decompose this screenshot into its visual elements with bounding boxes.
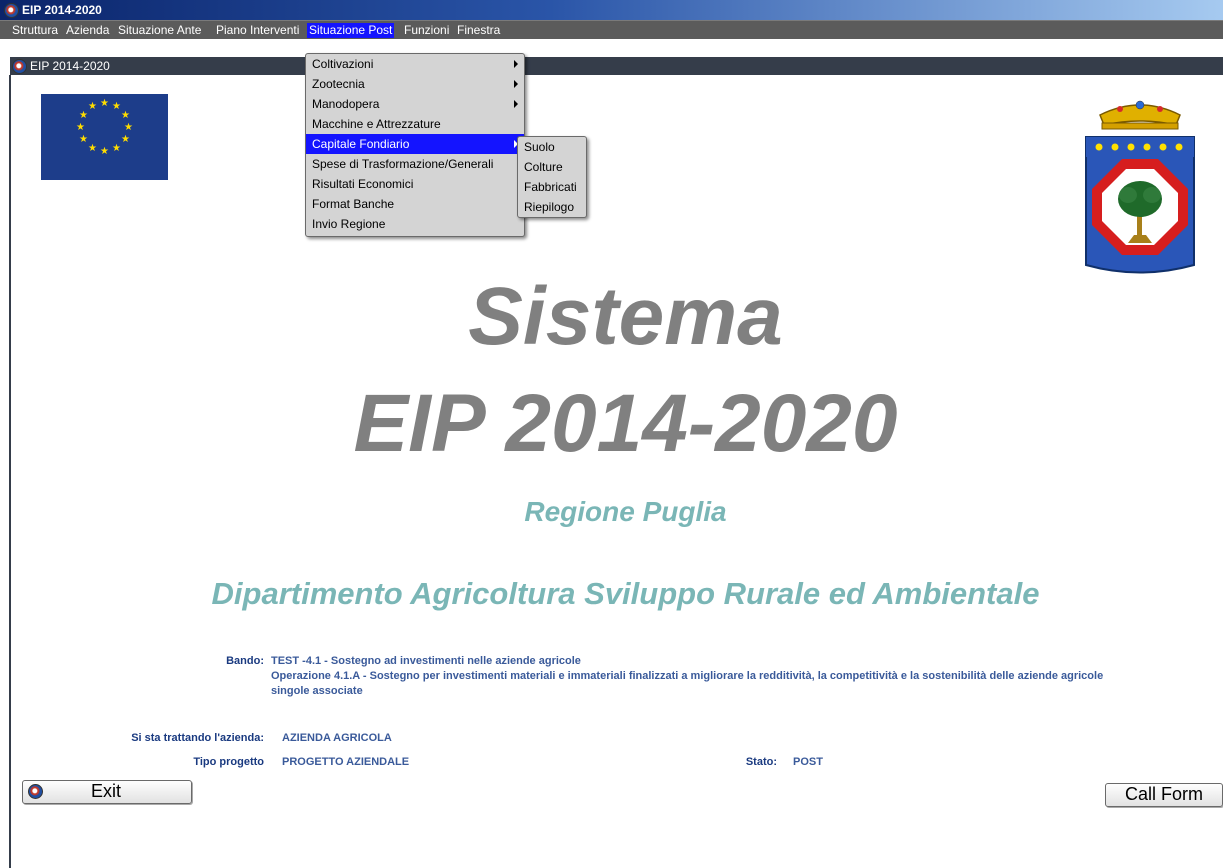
star-icon: ★ bbox=[88, 101, 97, 112]
menu-item-invio-regione[interactable]: Invio Regione bbox=[306, 214, 524, 234]
menu-situazione-ante[interactable]: Situazione Ante bbox=[116, 23, 203, 38]
exit-button[interactable]: Exit bbox=[22, 780, 192, 804]
department-title: Dipartimento Agricoltura Sviluppo Rurale… bbox=[211, 576, 1040, 611]
bando-line2: Operazione 4.1.A - Sostegno per investim… bbox=[271, 670, 1104, 682]
submenu-item-riepilogo[interactable]: Riepilogo bbox=[518, 197, 586, 217]
situazione-post-menu: Coltivazioni Zootecnia Manodopera Macchi… bbox=[305, 53, 525, 237]
star-icon: ★ bbox=[79, 110, 88, 121]
stato-value: POST bbox=[793, 756, 823, 768]
eu-flag: ★ ★ ★ ★ ★ ★ ★ ★ ★ ★ ★ ★ bbox=[41, 94, 168, 180]
title-eip: EIP 2014-2020 bbox=[353, 378, 898, 469]
region-title: Regione Puglia bbox=[524, 496, 727, 527]
app-icon bbox=[12, 59, 27, 74]
inner-window-title: EIP 2014-2020 bbox=[30, 59, 110, 73]
stato-label: Stato: bbox=[745, 756, 777, 768]
app-icon bbox=[28, 784, 43, 799]
puglia-coat-of-arms bbox=[1085, 100, 1195, 274]
menu-item-capitale-fondiario[interactable]: Capitale Fondiario bbox=[306, 134, 524, 154]
bando-line3: singole associate bbox=[271, 685, 363, 697]
call-form-label: Call Form bbox=[1124, 784, 1203, 804]
menu-item-macchine[interactable]: Macchine e Attrezzature bbox=[306, 114, 524, 134]
menu-finestra[interactable]: Finestra bbox=[455, 23, 502, 38]
menubar: Struttura Azienda Situazione Ante Piano … bbox=[0, 20, 1223, 39]
menu-item-zootecnia[interactable]: Zootecnia bbox=[306, 74, 524, 94]
star-icon: ★ bbox=[121, 110, 130, 121]
menu-funzioni[interactable]: Funzioni bbox=[402, 23, 451, 38]
call-form-button[interactable]: Call Form bbox=[1105, 783, 1223, 807]
star-icon: ★ bbox=[79, 134, 88, 145]
menu-struttura[interactable]: Struttura bbox=[10, 23, 60, 38]
app-icon bbox=[4, 3, 19, 18]
window-left-border bbox=[9, 75, 11, 868]
azienda-label: Si sta trattando l'azienda: bbox=[131, 732, 264, 744]
capitale-fondiario-submenu: Suolo Colture Fabbricati Riepilogo bbox=[517, 136, 587, 218]
submenu-arrow-icon bbox=[514, 100, 518, 108]
azienda-value: AZIENDA AGRICOLA bbox=[282, 732, 392, 744]
bando-label: Bando: bbox=[226, 655, 264, 667]
menu-azienda[interactable]: Azienda bbox=[64, 23, 111, 38]
bando-line1: TEST -4.1 - Sostegno ad investimenti nel… bbox=[271, 655, 581, 667]
submenu-arrow-icon bbox=[514, 80, 518, 88]
menu-item-format-banche[interactable]: Format Banche bbox=[306, 194, 524, 214]
menu-situazione-post[interactable]: Situazione Post bbox=[307, 23, 395, 38]
star-icon: ★ bbox=[112, 143, 121, 154]
star-icon: ★ bbox=[76, 122, 85, 133]
outer-window-title: EIP 2014-2020 bbox=[22, 3, 102, 17]
menu-item-manodopera[interactable]: Manodopera bbox=[306, 94, 524, 114]
tipo-label: Tipo progetto bbox=[193, 756, 264, 768]
outer-title-bar: EIP 2014-2020 bbox=[0, 0, 1223, 20]
star-icon: ★ bbox=[100, 146, 109, 157]
submenu-item-colture[interactable]: Colture bbox=[518, 157, 586, 177]
menu-item-coltivazioni[interactable]: Coltivazioni bbox=[306, 54, 524, 74]
star-icon: ★ bbox=[100, 98, 109, 109]
star-icon: ★ bbox=[88, 143, 97, 154]
menu-piano-interventi[interactable]: Piano Interventi bbox=[214, 23, 301, 38]
submenu-item-suolo[interactable]: Suolo bbox=[518, 137, 586, 157]
star-icon: ★ bbox=[124, 122, 133, 133]
menu-item-spese[interactable]: Spese di Trasformazione/Generali bbox=[306, 154, 524, 174]
title-sistema: Sistema bbox=[468, 271, 783, 362]
inner-title-bar: EIP 2014-2020 bbox=[10, 57, 1223, 75]
menu-item-risultati[interactable]: Risultati Economici bbox=[306, 174, 524, 194]
submenu-item-fabbricati[interactable]: Fabbricati bbox=[518, 177, 586, 197]
exit-label: Exit bbox=[91, 781, 122, 801]
star-icon: ★ bbox=[112, 101, 121, 112]
submenu-arrow-icon bbox=[514, 60, 518, 68]
tipo-value: PROGETTO AZIENDALE bbox=[282, 756, 410, 768]
star-icon: ★ bbox=[121, 134, 130, 145]
